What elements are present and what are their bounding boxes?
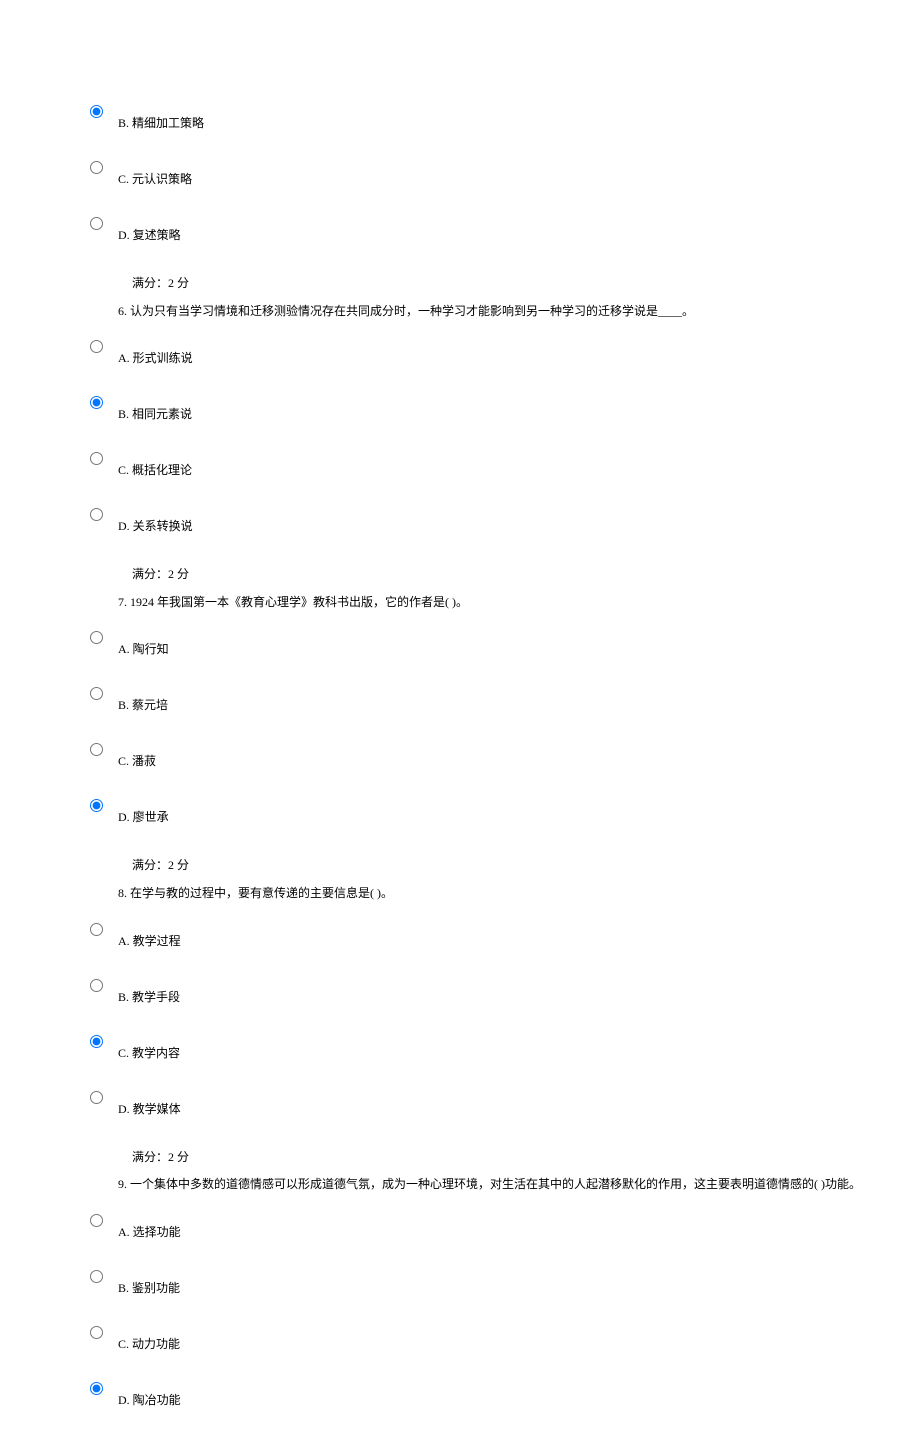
option-text: C. 动力功能 xyxy=(118,1326,180,1352)
option-row: D. 廖世承 xyxy=(90,799,920,825)
option-radio[interactable] xyxy=(90,1326,103,1339)
question-stem: 9. 一个集体中多数的道德情感可以形成道德气氛，成为一种心理环境，对生活在其中的… xyxy=(118,1174,920,1196)
option-radio[interactable] xyxy=(90,217,103,230)
option-radio[interactable] xyxy=(90,743,103,756)
option-row: D. 复述策略 xyxy=(90,217,920,243)
question-stem: 8. 在学与教的过程中，要有意传递的主要信息是( )。 xyxy=(118,883,920,905)
option-radio[interactable] xyxy=(90,923,103,936)
option-radio[interactable] xyxy=(90,1270,103,1283)
option-radio[interactable] xyxy=(90,687,103,700)
radio-cell xyxy=(90,105,118,122)
option-radio[interactable] xyxy=(90,1035,103,1048)
option-text: C. 元认识策略 xyxy=(118,161,192,187)
option-radio[interactable] xyxy=(90,161,103,174)
option-text: B. 蔡元培 xyxy=(118,687,168,713)
option-radio[interactable] xyxy=(90,508,103,521)
option-row: A. 选择功能 xyxy=(90,1214,920,1240)
question-stem: 6. 认为只有当学习情境和迁移测验情况存在共同成分时，一种学习才能影响到另一种学… xyxy=(118,301,920,323)
radio-cell xyxy=(90,923,118,940)
option-text: C. 教学内容 xyxy=(118,1035,180,1061)
option-row: C. 潘菽 xyxy=(90,743,920,769)
option-radio[interactable] xyxy=(90,105,103,118)
score-text: 满分：2 分 xyxy=(132,273,920,295)
radio-cell xyxy=(90,1270,118,1287)
option-row: A. 形式训练说 xyxy=(90,340,920,366)
option-row: D. 教学媒体 xyxy=(90,1091,920,1117)
score-text: 满分：2 分 xyxy=(132,1147,920,1169)
radio-cell xyxy=(90,217,118,234)
question-stem: 7. 1924 年我国第一本《教育心理学》教科书出版，它的作者是( )。 xyxy=(118,592,920,614)
option-row: B. 精细加工策略 xyxy=(90,105,920,131)
radio-cell xyxy=(90,1326,118,1343)
option-row: C. 概括化理论 xyxy=(90,452,920,478)
option-text: A. 陶行知 xyxy=(118,631,169,657)
radio-cell xyxy=(90,1091,118,1108)
radio-cell xyxy=(90,396,118,413)
radio-cell xyxy=(90,743,118,760)
option-text: A. 教学过程 xyxy=(118,923,181,949)
option-row: D. 陶冶功能 xyxy=(90,1382,920,1408)
option-radio[interactable] xyxy=(90,979,103,992)
option-text: A. 选择功能 xyxy=(118,1214,181,1240)
option-row: B. 教学手段 xyxy=(90,979,920,1005)
option-row: C. 元认识策略 xyxy=(90,161,920,187)
option-text: B. 相同元素说 xyxy=(118,396,192,422)
option-text: D. 教学媒体 xyxy=(118,1091,181,1117)
option-text: B. 教学手段 xyxy=(118,979,180,1005)
radio-cell xyxy=(90,631,118,648)
radio-cell xyxy=(90,508,118,525)
option-row: C. 教学内容 xyxy=(90,1035,920,1061)
option-row: A. 教学过程 xyxy=(90,923,920,949)
option-text: D. 廖世承 xyxy=(118,799,169,825)
radio-cell xyxy=(90,1035,118,1052)
radio-cell xyxy=(90,687,118,704)
score-text: 满分：2 分 xyxy=(132,564,920,586)
question-block: 满分：2 分 7. 1924 年我国第一本《教育心理学》教科书出版，它的作者是( … xyxy=(118,564,920,613)
question-block: 满分：2 分 8. 在学与教的过程中，要有意传递的主要信息是( )。 xyxy=(118,855,920,904)
option-text: C. 概括化理论 xyxy=(118,452,192,478)
option-text: A. 形式训练说 xyxy=(118,340,193,366)
option-text: D. 关系转换说 xyxy=(118,508,193,534)
radio-cell xyxy=(90,1214,118,1231)
option-row: B. 相同元素说 xyxy=(90,396,920,422)
radio-cell xyxy=(90,1382,118,1399)
option-radio[interactable] xyxy=(90,452,103,465)
radio-cell xyxy=(90,979,118,996)
radio-cell xyxy=(90,799,118,816)
option-row: B. 蔡元培 xyxy=(90,687,920,713)
option-radio[interactable] xyxy=(90,1382,103,1395)
question-block: 满分：2 分 9. 一个集体中多数的道德情感可以形成道德气氛，成为一种心理环境，对… xyxy=(118,1147,920,1196)
option-radio[interactable] xyxy=(90,799,103,812)
option-text: D. 复述策略 xyxy=(118,217,181,243)
radio-cell xyxy=(90,452,118,469)
option-text: C. 潘菽 xyxy=(118,743,156,769)
score-text: 满分：2 分 xyxy=(132,855,920,877)
option-row: C. 动力功能 xyxy=(90,1326,920,1352)
option-text: B. 精细加工策略 xyxy=(118,105,204,131)
option-row: A. 陶行知 xyxy=(90,631,920,657)
option-radio[interactable] xyxy=(90,1214,103,1227)
option-text: D. 陶冶功能 xyxy=(118,1382,181,1408)
question-block: 满分：2 分 6. 认为只有当学习情境和迁移测验情况存在共同成分时，一种学习才能影… xyxy=(118,273,920,322)
option-row: D. 关系转换说 xyxy=(90,508,920,534)
radio-cell xyxy=(90,161,118,178)
option-radio[interactable] xyxy=(90,631,103,644)
option-radio[interactable] xyxy=(90,1091,103,1104)
option-row: B. 鉴别功能 xyxy=(90,1270,920,1296)
option-text: B. 鉴别功能 xyxy=(118,1270,180,1296)
radio-cell xyxy=(90,340,118,357)
option-radio[interactable] xyxy=(90,396,103,409)
option-radio[interactable] xyxy=(90,340,103,353)
